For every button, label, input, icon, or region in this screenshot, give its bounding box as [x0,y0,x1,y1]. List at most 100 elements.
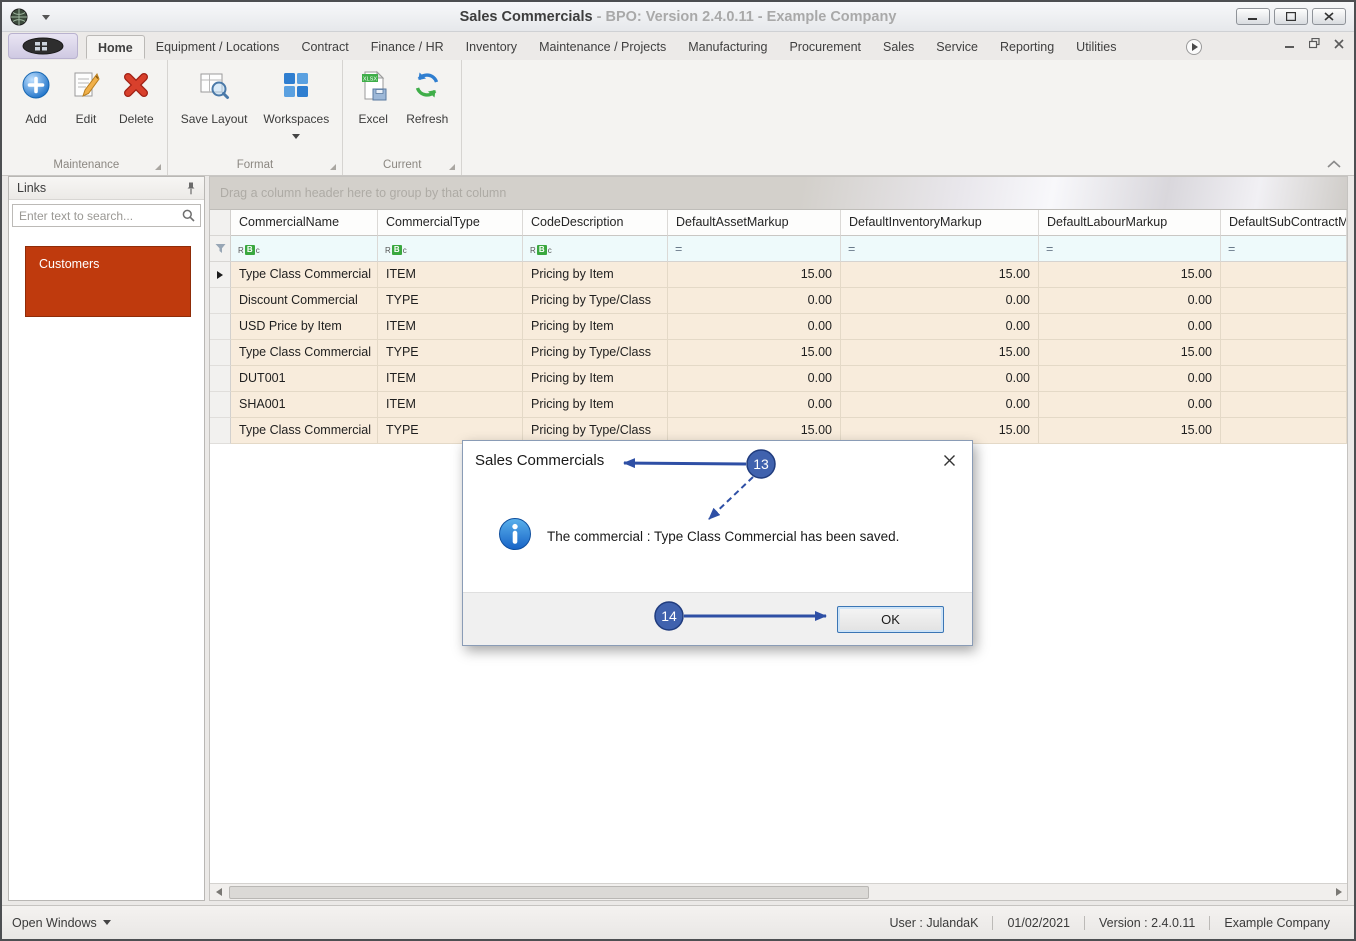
ribbon-minimize-icon[interactable] [1285,39,1295,49]
minimize-button[interactable] [1236,8,1270,25]
grid-cell[interactable] [1221,418,1347,444]
maximize-button[interactable] [1274,8,1308,25]
dialog-close-icon[interactable] [939,450,960,471]
grid-cell[interactable] [1221,262,1347,288]
grid-cell[interactable]: 15.00 [668,262,841,288]
close-button[interactable] [1312,8,1346,25]
grid-cell[interactable]: 15.00 [1039,418,1221,444]
tab-sales[interactable]: Sales [872,35,925,59]
ribbon-close-icon[interactable] [1334,38,1344,49]
table-row[interactable]: Discount Commercial TYPE Pricing by Type/C… [210,288,1347,314]
table-row[interactable]: DUT001 ITEM Pricing by Item 0.00 0.00 0.00 [210,366,1347,392]
grid-cell[interactable]: 0.00 [1039,392,1221,418]
tab-utilities[interactable]: Utilities [1065,35,1127,59]
group-launcher-icon[interactable] [449,164,456,170]
grid-cell[interactable]: 15.00 [841,262,1039,288]
grid-cell[interactable]: Type Class Commercial [231,262,378,288]
delete-button[interactable]: Delete [111,62,162,128]
grid-cell[interactable]: 0.00 [668,314,841,340]
column-header[interactable]: CommercialName [231,210,378,236]
scroll-right-icon[interactable] [1330,884,1347,900]
grid-cell[interactable]: 15.00 [841,340,1039,366]
table-row[interactable]: USD Price by Item ITEM Pricing by Item 0.00… [210,314,1347,340]
search-icon[interactable] [182,209,195,222]
tab-service[interactable]: Service [925,35,989,59]
grid-cell[interactable]: Type Class Commercial [231,340,378,366]
table-row[interactable]: SHA001 ITEM Pricing by Item 0.00 0.00 0.00 [210,392,1347,418]
filter-cell[interactable]: RBc [378,236,523,262]
group-by-bar[interactable]: Drag a column header here to group by th… [210,177,1347,210]
table-row[interactable]: Type Class Commercial TYPE Pricing by Type… [210,340,1347,366]
grid-cell[interactable] [1221,314,1347,340]
grid-cell[interactable]: Discount Commercial [231,288,378,314]
search-input[interactable] [13,208,182,223]
column-header[interactable]: CodeDescription [523,210,668,236]
grid-cell[interactable]: 15.00 [668,340,841,366]
grid-cell[interactable]: SHA001 [231,392,378,418]
grid-cell[interactable]: Pricing by Item [523,314,668,340]
filter-row-icon[interactable] [210,236,231,262]
grid-cell[interactable]: 0.00 [841,314,1039,340]
filter-cell[interactable]: = [841,236,1039,262]
tab-inventory[interactable]: Inventory [455,35,528,59]
grid-cell[interactable] [1221,288,1347,314]
tab-reporting[interactable]: Reporting [989,35,1065,59]
grid-cell[interactable]: 0.00 [1039,314,1221,340]
group-launcher-icon[interactable] [154,164,161,170]
grid-cell[interactable]: 0.00 [841,392,1039,418]
grid-cell[interactable]: Pricing by Type/Class [523,340,668,366]
grid-cell[interactable]: 0.00 [668,366,841,392]
grid-cell[interactable]: TYPE [378,340,523,366]
grid-cell[interactable]: USD Price by Item [231,314,378,340]
grid-cell[interactable]: Pricing by Item [523,392,668,418]
ribbon-collapse-icon[interactable] [1326,160,1342,169]
add-button[interactable]: Add [11,62,61,128]
edit-button[interactable]: Edit [61,62,111,128]
grid-cell[interactable]: 15.00 [1039,340,1221,366]
grid-cell[interactable]: 0.00 [841,288,1039,314]
grid-cell[interactable] [1221,340,1347,366]
grid-cell[interactable]: ITEM [378,314,523,340]
grid-cell[interactable]: 15.00 [1039,262,1221,288]
column-header[interactable]: DefaultLabourMarkup [1039,210,1221,236]
pin-icon[interactable] [186,182,196,195]
grid-cell[interactable]: Pricing by Item [523,366,668,392]
ok-button[interactable]: OK [837,605,944,633]
table-row[interactable]: Type Class Commercial ITEM Pricing by Item… [210,262,1347,288]
column-header[interactable]: DefaultInventoryMarkup [841,210,1039,236]
column-header[interactable]: DefaultSubContractM [1221,210,1347,236]
grid-cell[interactable]: Type Class Commercial [231,418,378,444]
filter-cell[interactable]: = [1221,236,1347,262]
tab-contract[interactable]: Contract [290,35,359,59]
workspaces-button[interactable]: Workspaces [255,62,337,141]
grid-cell[interactable] [1221,392,1347,418]
filter-cell[interactable]: RBc [231,236,378,262]
excel-button[interactable]: XLSX Excel [348,62,398,128]
tab-maintenance-projects[interactable]: Maintenance / Projects [528,35,677,59]
open-windows-dropdown[interactable]: Open Windows [12,916,111,930]
grid-cell[interactable]: 0.00 [1039,366,1221,392]
tab-procurement[interactable]: Procurement [778,35,872,59]
tab-manufacturing[interactable]: Manufacturing [677,35,778,59]
horizontal-scrollbar[interactable] [210,883,1347,900]
tab-equipment-locations[interactable]: Equipment / Locations [145,35,291,59]
app-icon[interactable] [10,8,28,26]
tab-home[interactable]: Home [86,35,145,59]
grid-cell[interactable]: ITEM [378,392,523,418]
save-layout-button[interactable]: Save Layout [173,62,256,128]
grid-cell[interactable]: 0.00 [668,288,841,314]
filter-cell[interactable]: RBc [523,236,668,262]
refresh-button[interactable]: Refresh [398,62,456,128]
application-menu-button[interactable] [8,33,78,59]
grid-cell[interactable]: 0.00 [1039,288,1221,314]
group-launcher-icon[interactable] [330,164,337,170]
filter-cell[interactable]: = [668,236,841,262]
quick-access-caret-icon[interactable] [42,15,50,20]
column-header[interactable]: DefaultAssetMarkup [668,210,841,236]
customers-tile[interactable]: Customers [25,246,191,317]
scroll-left-icon[interactable] [210,884,227,900]
grid-cell[interactable]: DUT001 [231,366,378,392]
tab-finance-hr[interactable]: Finance / HR [360,35,455,59]
grid-cell[interactable]: Pricing by Item [523,262,668,288]
grid-cell[interactable]: 0.00 [668,392,841,418]
